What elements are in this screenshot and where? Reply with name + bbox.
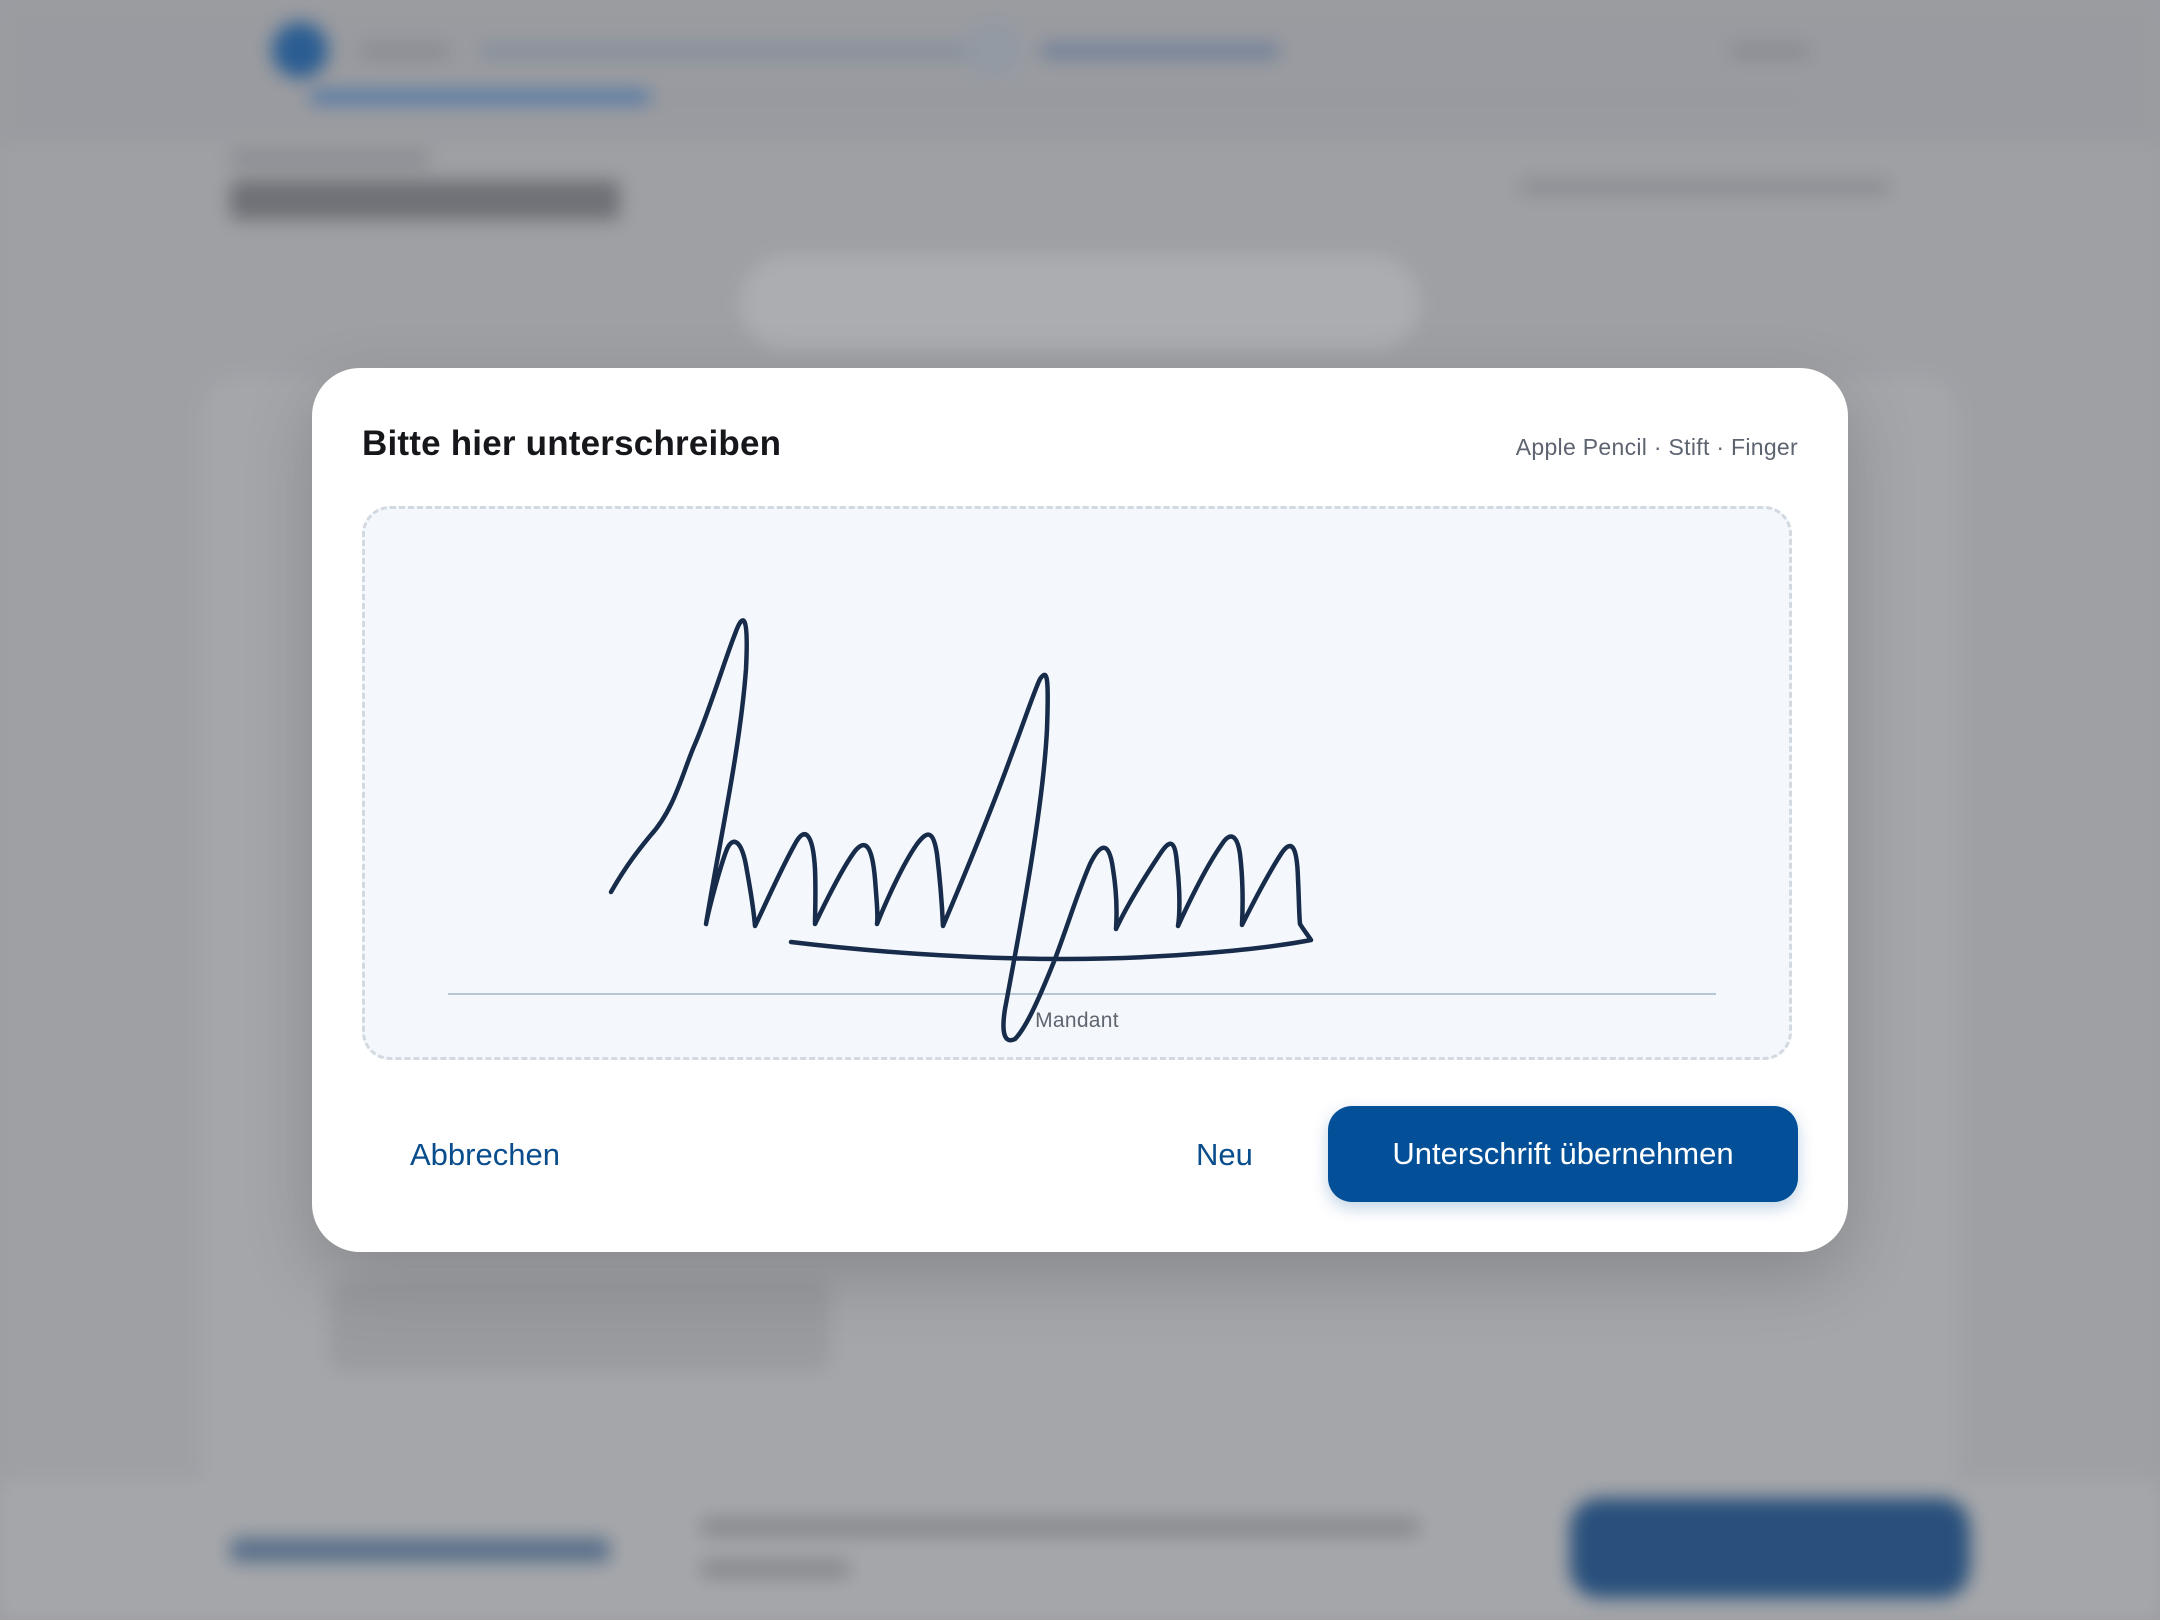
dialog-title: Bitte hier unterschreiben — [362, 424, 782, 463]
accept-signature-button[interactable]: Unterschrift übernehmen — [1328, 1106, 1798, 1202]
cancel-button[interactable]: Abbrechen — [410, 1137, 560, 1173]
signature-baseline — [448, 993, 1716, 995]
signature-pad[interactable]: Mandant — [362, 506, 1792, 1060]
clear-signature-button[interactable]: Neu — [1196, 1137, 1253, 1173]
input-method-hint: Apple Pencil · Stift · Finger — [1515, 434, 1798, 460]
signature-stroke — [608, 618, 1314, 1043]
signature-dialog: Bitte hier unterschreiben Apple Pencil ·… — [312, 368, 1848, 1252]
signature-line-label: Mandant — [1035, 1009, 1119, 1032]
